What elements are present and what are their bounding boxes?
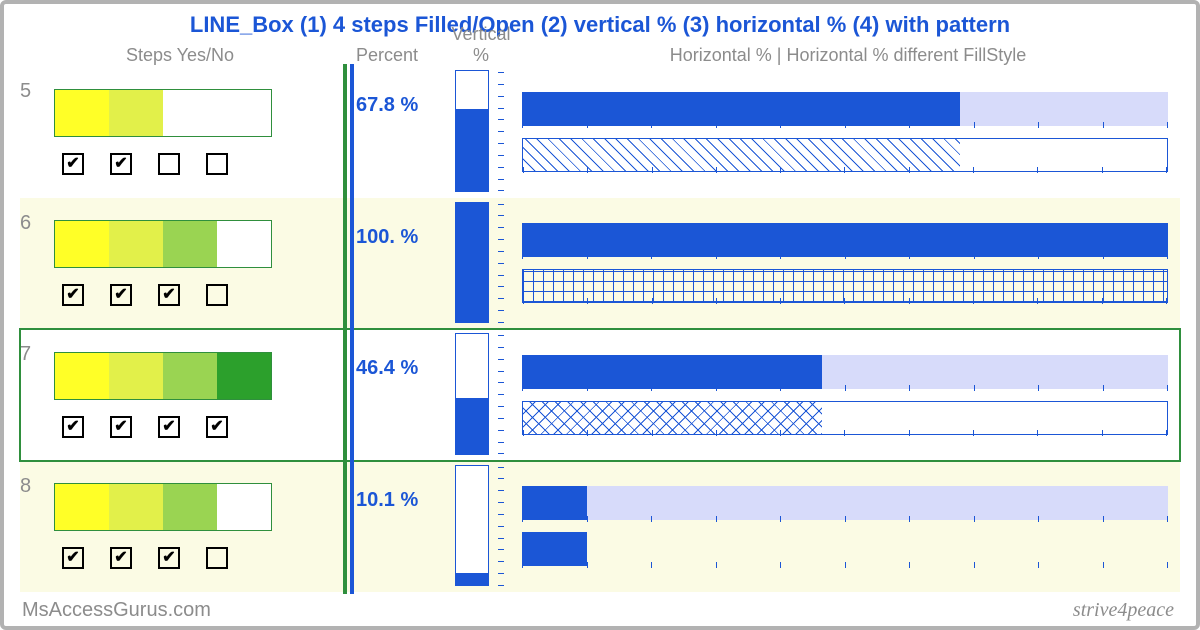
checkbox[interactable]: ✔ <box>110 547 132 569</box>
step-box <box>55 90 109 136</box>
step-box <box>163 484 217 530</box>
step-box <box>217 221 271 267</box>
table-row: 5✔✔67.8 % <box>20 66 1180 198</box>
horizontal-bars <box>498 198 1180 330</box>
step-box <box>163 353 217 399</box>
percent-label: 10.1 % <box>356 461 446 593</box>
row-id: 7 <box>20 329 54 461</box>
percent-label: 46.4 % <box>356 329 446 461</box>
horizontal-bars <box>498 66 1180 198</box>
table-row: 7 ✔ ✔ ✔ ✔ 46.4 % <box>20 329 1180 461</box>
checkbox[interactable]: ✔ <box>62 284 84 306</box>
row-id: 5 <box>20 66 54 198</box>
horizontal-bar-pattern <box>522 269 1168 303</box>
checkbox[interactable] <box>206 284 228 306</box>
vertical-bar <box>446 329 498 461</box>
checkbox[interactable]: ✔ <box>110 284 132 306</box>
header-steps: Steps Yes/No <box>20 45 340 66</box>
checkbox[interactable]: ✔ <box>206 416 228 438</box>
steps-cell: ✔ ✔ ✔ <box>54 198 340 330</box>
report-title: LINE_Box (1) 4 steps Filled/Open (2) ver… <box>20 12 1180 38</box>
row-id: 8 <box>20 461 54 593</box>
table-row: 8 ✔ ✔ ✔ 10.1 % <box>20 461 1180 593</box>
step-box <box>55 221 109 267</box>
separator <box>340 329 356 461</box>
horizontal-bar-solid <box>522 355 1168 389</box>
steps-cell: ✔ ✔ ✔ ✔ <box>54 329 340 461</box>
checkbox[interactable]: ✔ <box>158 416 180 438</box>
footer-credit-left: MsAccessGurus.com <box>22 599 211 622</box>
percent-label: 67.8 % <box>356 66 446 198</box>
step-box <box>109 353 163 399</box>
rows-container: 5✔✔67.8 %6✔✔✔100. %7✔✔✔✔46.4 %8✔✔✔10.1 % <box>20 66 1180 592</box>
footer: MsAccessGurus.com strive4peace <box>20 592 1180 622</box>
header-percent: Percent <box>356 45 446 66</box>
horizontal-bar-solid <box>522 223 1168 257</box>
step-boxes <box>54 220 272 268</box>
checkbox[interactable]: ✔ <box>62 416 84 438</box>
checkbox[interactable]: ✔ <box>62 547 84 569</box>
checkbox[interactable] <box>158 153 180 175</box>
step-box <box>109 90 163 136</box>
horizontal-bar-pattern <box>522 532 1168 566</box>
separator <box>340 66 356 198</box>
checkbox[interactable] <box>206 547 228 569</box>
vertical-bar <box>446 461 498 593</box>
step-box <box>217 353 271 399</box>
header-vertical: Vertical % <box>446 24 516 66</box>
step-boxes <box>54 352 272 400</box>
horizontal-bars <box>498 461 1180 593</box>
checkbox-row: ✔ ✔ ✔ ✔ <box>54 416 340 438</box>
row-id: 6 <box>20 198 54 330</box>
step-box <box>55 484 109 530</box>
separator <box>340 461 356 593</box>
checkbox-row: ✔ ✔ ✔ <box>54 284 340 306</box>
footer-credit-right: strive4peace <box>1073 599 1174 622</box>
checkbox[interactable]: ✔ <box>158 547 180 569</box>
checkbox-row: ✔ ✔ ✔ <box>54 547 340 569</box>
vertical-bar <box>446 198 498 330</box>
horizontal-bar-pattern <box>522 401 1168 435</box>
column-headers: Steps Yes/No Percent Vertical % Horizont… <box>20 38 1180 66</box>
step-box <box>109 221 163 267</box>
checkbox[interactable]: ✔ <box>62 153 84 175</box>
vertical-bar <box>446 66 498 198</box>
step-box <box>55 353 109 399</box>
step-box <box>217 90 271 136</box>
table-row: 6 ✔ ✔ ✔ 100. % <box>20 198 1180 330</box>
horizontal-bar-solid <box>522 92 1168 126</box>
step-box <box>163 221 217 267</box>
horizontal-bars <box>498 329 1180 461</box>
horizontal-bar-pattern <box>522 138 1168 172</box>
percent-label: 100. % <box>356 198 446 330</box>
checkbox[interactable]: ✔ <box>158 284 180 306</box>
step-box <box>109 484 163 530</box>
step-boxes <box>54 483 272 531</box>
steps-cell: ✔ ✔ ✔ <box>54 461 340 593</box>
step-box <box>163 90 217 136</box>
header-horizontal: Horizontal % | Horizontal % different Fi… <box>516 45 1180 66</box>
step-box <box>217 484 271 530</box>
report-frame: LINE_Box (1) 4 steps Filled/Open (2) ver… <box>0 0 1200 630</box>
checkbox[interactable] <box>206 153 228 175</box>
steps-cell: ✔✔ <box>54 66 340 198</box>
step-boxes <box>54 89 272 137</box>
checkbox[interactable]: ✔ <box>110 416 132 438</box>
checkbox-row: ✔✔ <box>54 153 340 175</box>
separator <box>340 198 356 330</box>
checkbox[interactable]: ✔ <box>110 153 132 175</box>
horizontal-bar-solid <box>522 486 1168 520</box>
